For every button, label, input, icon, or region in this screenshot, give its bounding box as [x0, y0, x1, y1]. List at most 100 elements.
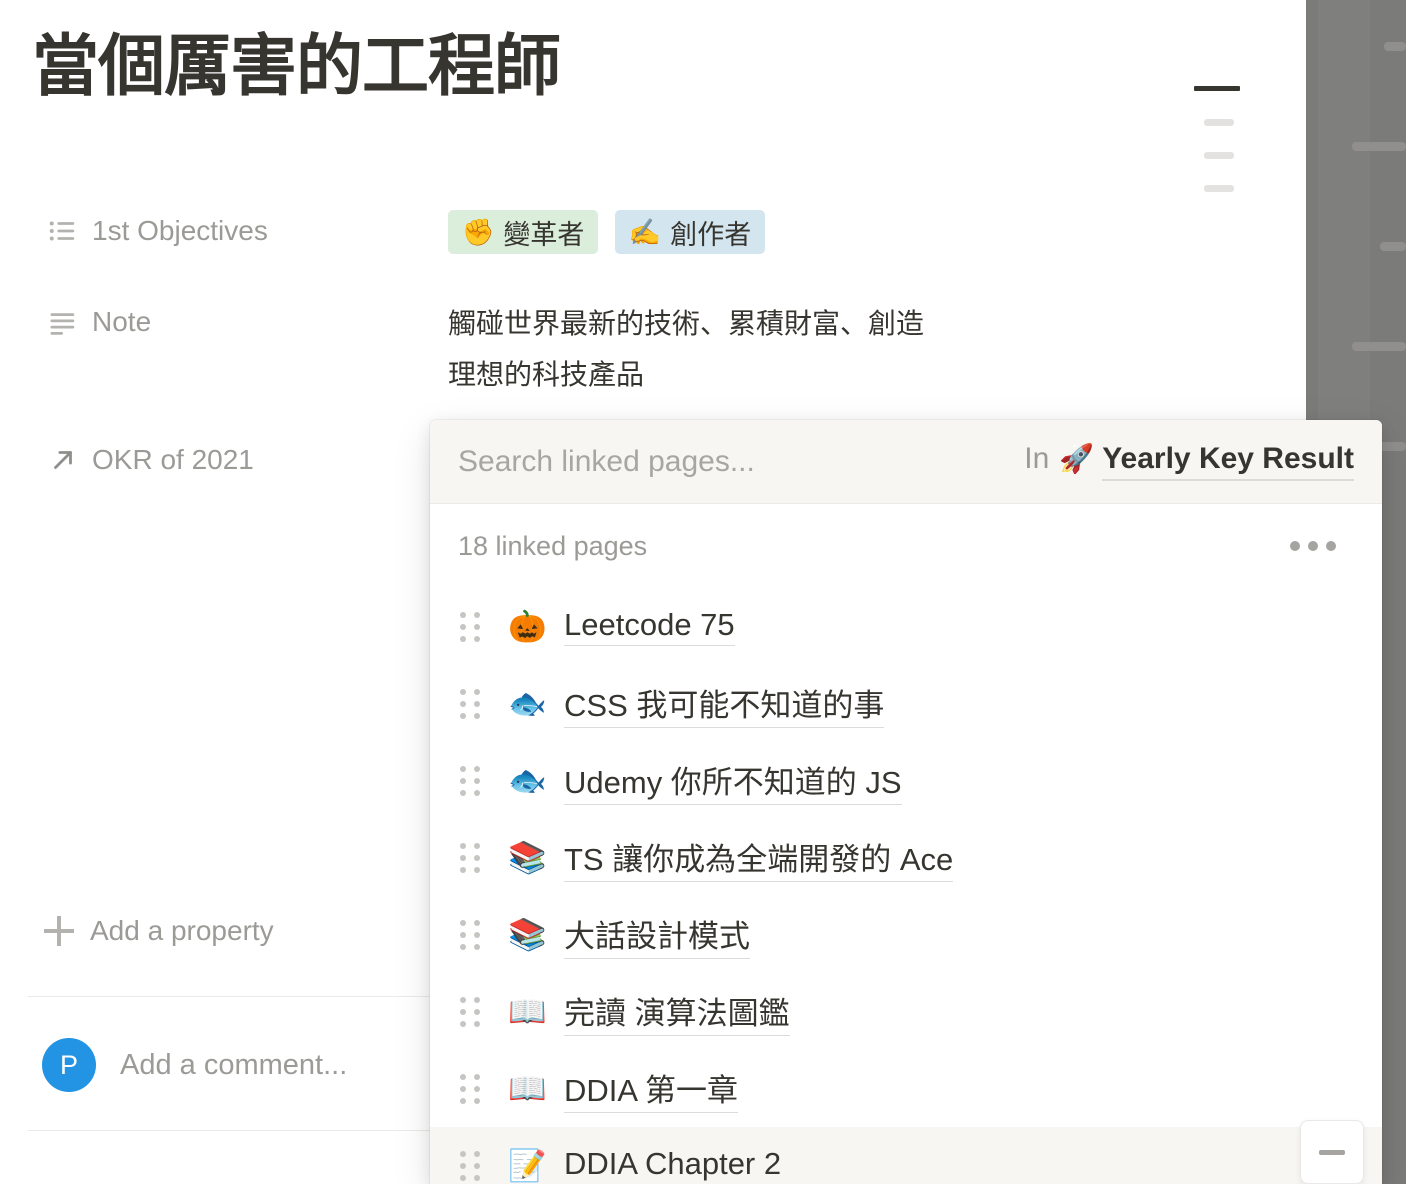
- drag-handle-icon[interactable]: [460, 765, 482, 796]
- page-emoji-icon: 🎃: [508, 609, 547, 644]
- linked-page-title[interactable]: Udemy 你所不知道的 JS: [564, 757, 902, 805]
- note-line-1: 觸碰世界最新的技術、累積財富、創造: [448, 308, 925, 339]
- tag-creator[interactable]: ✍️ 創作者: [614, 210, 766, 254]
- linked-pages-list: 🎃 Leetcode 75 🐟 CSS 我可能不知道的事 🐟 Udemy 你所不知道的 J…: [430, 588, 1382, 1184]
- dot: [474, 635, 480, 642]
- dot: [460, 635, 466, 642]
- linked-page-title[interactable]: DDIA Chapter 2: [564, 1146, 781, 1184]
- dim-ghost-bar-2: [1352, 142, 1406, 151]
- dot: [460, 1097, 466, 1104]
- drag-handle-icon[interactable]: [460, 996, 482, 1027]
- in-label: In: [1024, 442, 1050, 475]
- dot: [460, 943, 466, 950]
- property-row-objectives[interactable]: 1st Objectives: [48, 214, 448, 248]
- raised-fist-icon: ✊: [462, 217, 495, 247]
- dot: [1290, 541, 1300, 551]
- property-label-note[interactable]: Note: [48, 305, 448, 339]
- page-title: 當個厲害的工程師: [32, 29, 561, 104]
- in-destination[interactable]: In 🚀 Yearly Key Result: [1024, 442, 1354, 481]
- text-lines-icon: [50, 313, 75, 335]
- relation-arrow-icon: [54, 451, 72, 469]
- page-emoji-icon: 🐟: [508, 686, 547, 721]
- drag-handle-icon[interactable]: [460, 611, 482, 642]
- linked-pages-popup: In 🚀 Yearly Key Result 18 linked pages 🎃…: [430, 420, 1382, 1184]
- drag-handle-icon[interactable]: [460, 1150, 482, 1181]
- dot: [474, 700, 480, 707]
- property-name-okr: OKR of 2021: [92, 444, 254, 475]
- plus-icon: [44, 916, 74, 946]
- linked-page-row[interactable]: 📖 完讀 演算法圖鑑: [430, 973, 1382, 1050]
- dot: [474, 688, 480, 695]
- linked-page-row[interactable]: 📖 DDIA 第一章: [430, 1050, 1382, 1127]
- linked-pages-count: 18 linked pages: [458, 530, 648, 561]
- property-value-objectives[interactable]: ✊ 變革者 ✍️ 創作者: [448, 210, 777, 254]
- popup-header: In 🚀 Yearly Key Result: [430, 420, 1382, 504]
- drag-handle-icon[interactable]: [460, 688, 482, 719]
- dot: [460, 931, 466, 938]
- add-comment-input[interactable]: Add a comment...: [120, 1049, 347, 1082]
- search-input[interactable]: [458, 444, 1005, 479]
- linked-page-title[interactable]: DDIA 第一章: [564, 1065, 738, 1113]
- linked-page-row[interactable]: 🐟 Udemy 你所不知道的 JS: [430, 742, 1382, 819]
- add-comment-row[interactable]: P Add a comment...: [42, 1038, 347, 1092]
- property-row-okr[interactable]: OKR of 2021: [48, 443, 448, 477]
- dim-ghost-bar-4: [1352, 342, 1406, 351]
- avatar: P: [42, 1038, 96, 1092]
- add-property-button[interactable]: Add a property: [44, 915, 274, 947]
- dot: [474, 919, 480, 926]
- dot: [474, 1174, 480, 1181]
- linked-page-row[interactable]: 📚 TS 讓你成為全端開發的 Ace: [430, 819, 1382, 896]
- tag-changemaker[interactable]: ✊ 變革者: [448, 210, 599, 254]
- dot: [460, 854, 466, 861]
- dot: [474, 1008, 480, 1015]
- dot: [474, 931, 480, 938]
- tag-label: 變革者: [503, 219, 585, 250]
- linked-page-row[interactable]: 📝 DDIA Chapter 2: [430, 1127, 1382, 1184]
- dot: [474, 866, 480, 873]
- dot: [460, 700, 466, 707]
- rocket-icon: 🚀: [1059, 443, 1095, 474]
- more-options-icon[interactable]: [1284, 535, 1342, 557]
- in-target-page[interactable]: Yearly Key Result: [1102, 442, 1354, 481]
- property-row-note[interactable]: Note: [48, 305, 448, 339]
- linked-page-row[interactable]: 📚 大話設計模式: [430, 896, 1382, 973]
- writing-hand-icon: ✍️: [628, 217, 662, 247]
- page-emoji-icon: 📖: [508, 1071, 547, 1106]
- dot: [474, 623, 480, 630]
- dot: [474, 1073, 480, 1080]
- minimize-button[interactable]: [1300, 1120, 1364, 1184]
- linked-page-title[interactable]: TS 讓你成為全端開發的 Ace: [564, 834, 954, 882]
- linked-page-title[interactable]: 大話設計模式: [564, 911, 750, 959]
- dot: [474, 1162, 480, 1169]
- property-label-okr[interactable]: OKR of 2021: [48, 443, 448, 477]
- placeholder-bar-1: [1204, 119, 1234, 126]
- dot: [460, 996, 466, 1003]
- drag-handle-icon[interactable]: [460, 919, 482, 950]
- minus-icon: [1319, 1149, 1345, 1155]
- dot: [460, 919, 466, 926]
- linked-page-row[interactable]: 🎃 Leetcode 75: [430, 588, 1382, 665]
- linked-page-title[interactable]: CSS 我可能不知道的事: [564, 680, 885, 728]
- dot: [474, 765, 480, 772]
- dot: [474, 1150, 480, 1157]
- property-label-objectives[interactable]: 1st Objectives: [48, 214, 448, 248]
- page-emoji-icon: 📚: [508, 840, 547, 875]
- tag-label: 創作者: [670, 219, 752, 250]
- drag-handle-icon[interactable]: [460, 842, 482, 873]
- dot: [460, 688, 466, 695]
- drag-handle-icon[interactable]: [460, 1073, 482, 1104]
- dot: [474, 842, 480, 849]
- dim-ghost-bar-3: [1380, 242, 1406, 251]
- linked-page-title[interactable]: Leetcode 75: [564, 607, 735, 646]
- dim-ghost-bar-1: [1384, 42, 1406, 51]
- linked-page-title[interactable]: 完讀 演算法圖鑑: [564, 988, 790, 1036]
- multi-select-icon: [49, 221, 75, 241]
- note-line-2: 理想的科技產品: [448, 359, 645, 390]
- dot: [474, 1085, 480, 1092]
- dot: [474, 789, 480, 796]
- property-value-note[interactable]: 觸碰世界最新的技術、累積財富、創造 理想的科技產品: [448, 298, 924, 400]
- linked-page-row[interactable]: 🐟 CSS 我可能不知道的事: [430, 665, 1382, 742]
- dot: [460, 1008, 466, 1015]
- dot: [460, 1085, 466, 1092]
- placeholder-bar-3: [1204, 185, 1234, 192]
